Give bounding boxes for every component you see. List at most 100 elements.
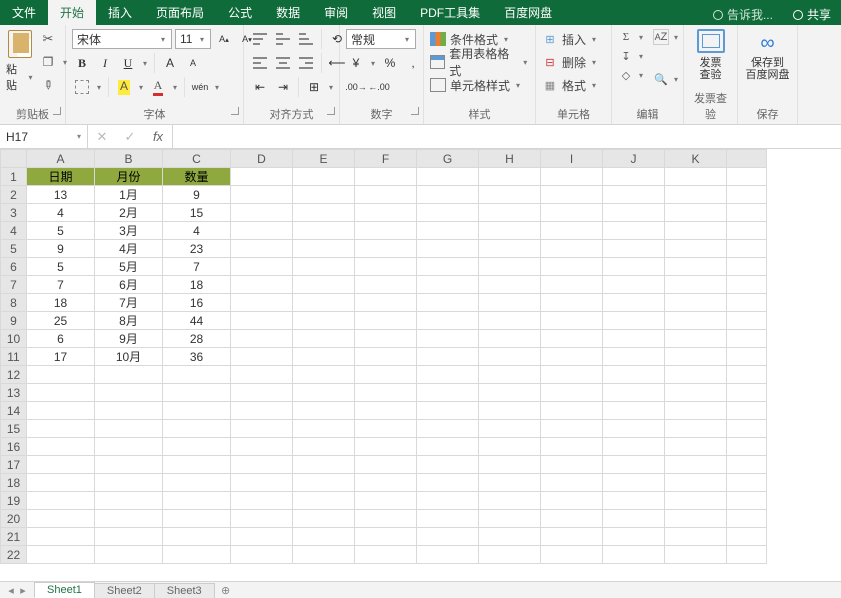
- cell[interactable]: [479, 366, 541, 384]
- row-header-15[interactable]: 15: [1, 420, 27, 438]
- increase-indent-button[interactable]: ⇥: [273, 77, 293, 97]
- cell[interactable]: [95, 384, 163, 402]
- cell[interactable]: [479, 276, 541, 294]
- cell[interactable]: [417, 492, 479, 510]
- cell[interactable]: [727, 402, 767, 420]
- fill-color-button[interactable]: A: [114, 77, 134, 97]
- cell[interactable]: [417, 546, 479, 564]
- menu-tab-PDF工具集[interactable]: PDF工具集: [408, 0, 492, 25]
- cell[interactable]: [541, 402, 603, 420]
- underline-button[interactable]: U: [118, 53, 138, 73]
- cell[interactable]: [479, 186, 541, 204]
- sheet-nav-last-button[interactable]: ▸: [18, 584, 28, 597]
- formula-input[interactable]: [173, 125, 841, 148]
- comma-button[interactable]: ,: [403, 53, 423, 73]
- cell[interactable]: [665, 438, 727, 456]
- cell[interactable]: 9月: [95, 330, 163, 348]
- cell[interactable]: [541, 168, 603, 186]
- cell[interactable]: [603, 528, 665, 546]
- bold-button[interactable]: B: [72, 53, 92, 73]
- cell[interactable]: [541, 222, 603, 240]
- cell[interactable]: [541, 258, 603, 276]
- merge-button[interactable]: ⊞: [304, 77, 324, 97]
- cell[interactable]: [727, 312, 767, 330]
- cell[interactable]: [541, 474, 603, 492]
- cell[interactable]: [355, 546, 417, 564]
- cell[interactable]: [95, 438, 163, 456]
- cell[interactable]: [163, 546, 231, 564]
- cell[interactable]: [727, 330, 767, 348]
- cell[interactable]: [603, 294, 665, 312]
- cell[interactable]: [355, 204, 417, 222]
- column-header-B[interactable]: B: [95, 150, 163, 168]
- cell[interactable]: [479, 222, 541, 240]
- column-header-I[interactable]: I: [541, 150, 603, 168]
- menu-tab-公式[interactable]: 公式: [216, 0, 264, 25]
- cell[interactable]: [95, 366, 163, 384]
- cell[interactable]: 月份: [95, 168, 163, 186]
- cell[interactable]: [541, 510, 603, 528]
- cell[interactable]: [417, 204, 479, 222]
- cell[interactable]: [417, 420, 479, 438]
- cell[interactable]: [293, 204, 355, 222]
- column-header-A[interactable]: A: [27, 150, 95, 168]
- cell[interactable]: [355, 492, 417, 510]
- cell[interactable]: [231, 420, 293, 438]
- cell[interactable]: [95, 546, 163, 564]
- sheet-tab-Sheet3[interactable]: Sheet3: [154, 583, 215, 598]
- cell[interactable]: [603, 546, 665, 564]
- font-a-variant-button[interactable]: A: [160, 53, 180, 73]
- cell[interactable]: [479, 240, 541, 258]
- font-size-select[interactable]: 11▾: [175, 29, 211, 49]
- cell[interactable]: 10月: [95, 348, 163, 366]
- cell[interactable]: [479, 420, 541, 438]
- cell[interactable]: [541, 276, 603, 294]
- cell[interactable]: [163, 420, 231, 438]
- cancel-formula-button[interactable]: ✕: [88, 129, 116, 145]
- cell[interactable]: [293, 258, 355, 276]
- cell[interactable]: [231, 402, 293, 420]
- cell[interactable]: [665, 492, 727, 510]
- cell[interactable]: [541, 330, 603, 348]
- cell[interactable]: [727, 474, 767, 492]
- cell[interactable]: [727, 420, 767, 438]
- cell[interactable]: [665, 258, 727, 276]
- new-sheet-button[interactable]: ⊕: [214, 584, 232, 597]
- cell[interactable]: [293, 438, 355, 456]
- cell[interactable]: [231, 330, 293, 348]
- cell[interactable]: 23: [163, 240, 231, 258]
- increase-decimal-button[interactable]: .00→: [346, 77, 366, 97]
- sheet-nav-first-button[interactable]: ◂: [6, 584, 16, 597]
- cell[interactable]: [293, 312, 355, 330]
- cell[interactable]: [727, 528, 767, 546]
- cell[interactable]: [355, 366, 417, 384]
- cell[interactable]: [27, 366, 95, 384]
- cell[interactable]: [231, 312, 293, 330]
- column-header-partial[interactable]: [727, 150, 767, 168]
- cell[interactable]: [355, 528, 417, 546]
- cell[interactable]: [417, 348, 479, 366]
- cell[interactable]: [27, 492, 95, 510]
- cell[interactable]: [293, 276, 355, 294]
- copy-button[interactable]: [38, 52, 58, 72]
- cell[interactable]: 4: [163, 222, 231, 240]
- cell[interactable]: 数量: [163, 168, 231, 186]
- cell[interactable]: [541, 420, 603, 438]
- cell[interactable]: [603, 186, 665, 204]
- select-all-corner[interactable]: [1, 150, 27, 168]
- cell[interactable]: [665, 168, 727, 186]
- cell[interactable]: [479, 294, 541, 312]
- menu-tab-插入[interactable]: 插入: [96, 0, 144, 25]
- cell[interactable]: [27, 474, 95, 492]
- cell[interactable]: [727, 348, 767, 366]
- cell[interactable]: [417, 402, 479, 420]
- row-header-9[interactable]: 9: [1, 312, 27, 330]
- cell[interactable]: 7月: [95, 294, 163, 312]
- name-box[interactable]: H17▾: [0, 125, 88, 148]
- cell[interactable]: [231, 186, 293, 204]
- align-center-button[interactable]: [273, 53, 293, 73]
- row-header-8[interactable]: 8: [1, 294, 27, 312]
- cell[interactable]: [479, 456, 541, 474]
- cell[interactable]: 18: [27, 294, 95, 312]
- row-header-13[interactable]: 13: [1, 384, 27, 402]
